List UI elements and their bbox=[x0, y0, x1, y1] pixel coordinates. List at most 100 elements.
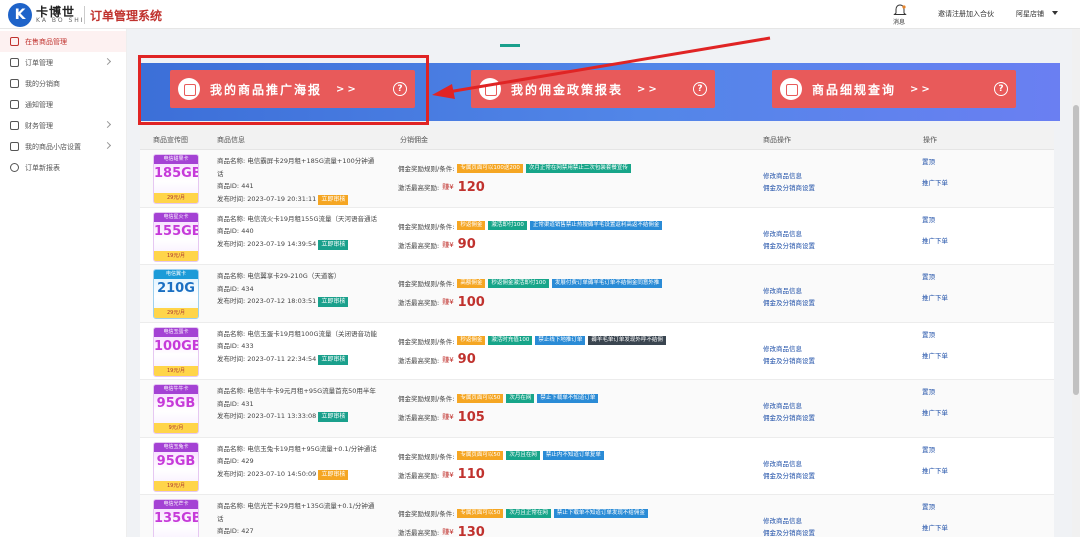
status-badge[interactable]: 立即审核 bbox=[318, 297, 349, 307]
highlight-box bbox=[138, 55, 429, 125]
status-badge[interactable]: 立即审核 bbox=[318, 194, 349, 205]
product-query-button[interactable]: 商品细规查询 >> ? bbox=[772, 70, 1016, 108]
product-image[interactable]: 电信玉蛋卡 100GB 19元/月 bbox=[153, 326, 199, 377]
help-icon[interactable]: ? bbox=[693, 82, 707, 96]
commission-settings-link[interactable]: 佣金及分销商设置 bbox=[763, 297, 815, 309]
promote-order-link[interactable]: 推广下单 bbox=[922, 407, 948, 419]
invite-partner-link[interactable]: 邀请注册加入合伙 bbox=[938, 9, 994, 19]
product-image[interactable]: 电信牛牛卡 95GB 9元/月 bbox=[153, 384, 199, 434]
currency-prefix: 赚¥ bbox=[442, 298, 454, 306]
commission-info: 佣金奖励规则/条件: 秒返佣金 激活时充值100 禁止线下地推订单 薅羊毛单订单发现外呼… bbox=[398, 335, 778, 368]
commission-settings-link[interactable]: 佣金及分销商设置 bbox=[763, 412, 815, 424]
label-rules: 佣金奖励规则/条件: bbox=[398, 222, 455, 231]
currency-prefix: 赚¥ bbox=[442, 183, 454, 191]
label-reward: 激活最高奖励: bbox=[398, 529, 440, 537]
pin-link[interactable]: 置顶 bbox=[922, 156, 948, 168]
image-top-label: 电信光芒卡 bbox=[154, 500, 198, 509]
label-rules: 佣金奖励规则/条件: bbox=[398, 452, 455, 461]
image-gb-label: 95GB bbox=[156, 453, 196, 469]
image-gb-label: 95GB bbox=[156, 396, 196, 411]
pin-link[interactable]: 置顶 bbox=[922, 386, 948, 398]
product-image[interactable]: 电信甜果卡 185GB 29元/月 bbox=[153, 154, 199, 204]
user-icon bbox=[10, 79, 19, 88]
label-name: 商品名称: bbox=[217, 444, 248, 453]
status-badge[interactable]: 立即审核 bbox=[318, 469, 349, 480]
query-icon bbox=[780, 78, 802, 100]
sidebar-item-finance[interactable]: 财务管理 bbox=[0, 115, 126, 136]
commission-info: 佣金奖励规则/条件: 高额佣金 秒返佣金激活即付100 发展付费订单薅羊毛订单不结佣金… bbox=[398, 277, 778, 310]
promote-order-link[interactable]: 推广下单 bbox=[922, 350, 948, 362]
edit-product-link[interactable]: 修改商品信息 bbox=[763, 343, 815, 355]
rule-tag: 正常渠道销售禁止热搜薅羊毛设置返利高返不结佣金 bbox=[529, 221, 663, 230]
pin-link[interactable]: 置顶 bbox=[922, 329, 948, 341]
rule-tag: 发展付费订单薅羊毛订单不结佣金同意外推 bbox=[551, 278, 663, 288]
product-ops: 修改商品信息 佣金及分销商设置 bbox=[763, 458, 815, 482]
product-image[interactable]: 电信玉兔卡 95GB 19元/月 bbox=[153, 441, 199, 492]
row-actions: 置顶 推广下单 bbox=[922, 386, 948, 419]
chevron-right-icon bbox=[103, 120, 112, 129]
product-image[interactable]: 电信星火卡 155GB 19元/月 bbox=[153, 211, 199, 262]
status-badge[interactable]: 立即审核 bbox=[318, 354, 349, 365]
edit-product-link[interactable]: 修改商品信息 bbox=[763, 400, 815, 412]
commission-settings-link[interactable]: 佣金及分销商设置 bbox=[763, 470, 815, 482]
promote-order-link[interactable]: 推广下单 bbox=[922, 177, 948, 189]
product-image[interactable]: 电信光芒卡 135GB 29元/月 bbox=[153, 499, 199, 537]
product-ops: 修改商品信息 佣金及分销商设置 bbox=[763, 170, 815, 194]
status-badge[interactable]: 立即审核 bbox=[318, 239, 349, 250]
column-header: 操作 bbox=[923, 136, 937, 144]
sidebar-item-distributors[interactable]: 我的分销商 bbox=[0, 73, 126, 94]
sidebar-item-orders[interactable]: 订单管理 bbox=[0, 52, 126, 73]
edit-product-link[interactable]: 修改商品信息 bbox=[763, 228, 815, 240]
rule-tag: 次月在网 bbox=[506, 393, 535, 403]
label-name: 商品名称: bbox=[217, 329, 248, 338]
bell-icon[interactable] bbox=[893, 4, 907, 18]
edit-product-link[interactable]: 修改商品信息 bbox=[763, 285, 815, 297]
product-name: 电信玉兔卡19月租+95G流量+0.1/分钟通话 bbox=[247, 444, 377, 453]
commission-report-button[interactable]: 我的佣金政策报表 >> ? bbox=[471, 70, 715, 108]
commission-settings-link[interactable]: 佣金及分销商设置 bbox=[763, 240, 815, 252]
label-time: 发布时间: bbox=[217, 297, 248, 305]
product-id: 433 bbox=[241, 342, 254, 350]
commission-settings-link[interactable]: 佣金及分销商设置 bbox=[763, 182, 815, 194]
promote-order-link[interactable]: 推广下单 bbox=[922, 465, 948, 477]
edit-product-link[interactable]: 修改商品信息 bbox=[763, 458, 815, 470]
pin-link[interactable]: 置顶 bbox=[922, 444, 948, 456]
wallet-icon bbox=[10, 121, 19, 130]
sidebar-item-notifications[interactable]: 通知管理 bbox=[0, 94, 126, 115]
image-foot-label: 19元/月 bbox=[154, 250, 198, 261]
sidebar-item-products[interactable]: 在售商品管理 bbox=[0, 31, 126, 52]
pin-link[interactable]: 置顶 bbox=[922, 501, 948, 513]
rule-tag: 薅羊毛单订单发现外呼不结佣 bbox=[588, 336, 666, 345]
promote-order-link[interactable]: 推广下单 bbox=[922, 292, 948, 304]
help-icon[interactable]: ? bbox=[994, 82, 1008, 96]
product-ops: 修改商品信息 佣金及分销商设置 bbox=[763, 400, 815, 424]
table-header: 商品宣传图 商品信息 分销佣金 商品操作 操作 bbox=[140, 127, 1054, 150]
label-time: 发布时间: bbox=[217, 469, 248, 478]
status-badge[interactable]: 立即审核 bbox=[318, 412, 349, 422]
edit-product-link[interactable]: 修改商品信息 bbox=[763, 515, 815, 527]
commission-info: 佣金奖励规则/条件: 秒返佣金 激活即付100 正常渠道销售禁止热搜薅羊毛设置返利高返… bbox=[398, 220, 778, 253]
publish-time: 2023-07-12 18:03:51 bbox=[247, 297, 317, 305]
scrollbar-thumb[interactable] bbox=[1073, 105, 1079, 395]
promote-order-link[interactable]: 推广下单 bbox=[922, 522, 948, 534]
logo-icon[interactable]: K bbox=[8, 3, 32, 27]
arrow-label: >> bbox=[910, 83, 933, 95]
promote-order-link[interactable]: 推广下单 bbox=[922, 235, 948, 247]
product-image[interactable]: 电信翼卡 210G 29元/月 bbox=[153, 269, 199, 319]
button-label: 商品细规查询 bbox=[812, 82, 897, 97]
system-title: 订单管理系统 bbox=[90, 9, 163, 23]
product-info: 商品名称: 电信牛牛卡9元月租+95G流量首充50用半年 商品ID: 431 发… bbox=[217, 385, 377, 423]
sidebar-item-order-report[interactable]: 订单新报表 bbox=[0, 157, 126, 178]
product-info: 商品名称: 电信玉蛋卡19月租100G流量（关闭语音功能 商品ID: 433 发… bbox=[217, 328, 377, 366]
commission-settings-link[interactable]: 佣金及分销商设置 bbox=[763, 527, 815, 537]
user-menu[interactable]: 阿星店铺 bbox=[1016, 9, 1044, 19]
edit-product-link[interactable]: 修改商品信息 bbox=[763, 170, 815, 182]
pin-link[interactable]: 置顶 bbox=[922, 214, 948, 226]
commission-settings-link[interactable]: 佣金及分销商设置 bbox=[763, 355, 815, 367]
rule-tag: 专属页面可以50 bbox=[457, 508, 504, 518]
chevron-down-icon[interactable] bbox=[1052, 11, 1058, 15]
pin-link[interactable]: 置顶 bbox=[922, 271, 948, 283]
sidebar-item-label: 订单管理 bbox=[25, 58, 53, 67]
sidebar-item-shop-settings[interactable]: 我的商品小店设置 bbox=[0, 136, 126, 157]
sidebar: 在售商品管理 订单管理 我的分销商 通知管理 财务管理 我的商品小店设置 订单新… bbox=[0, 29, 127, 537]
